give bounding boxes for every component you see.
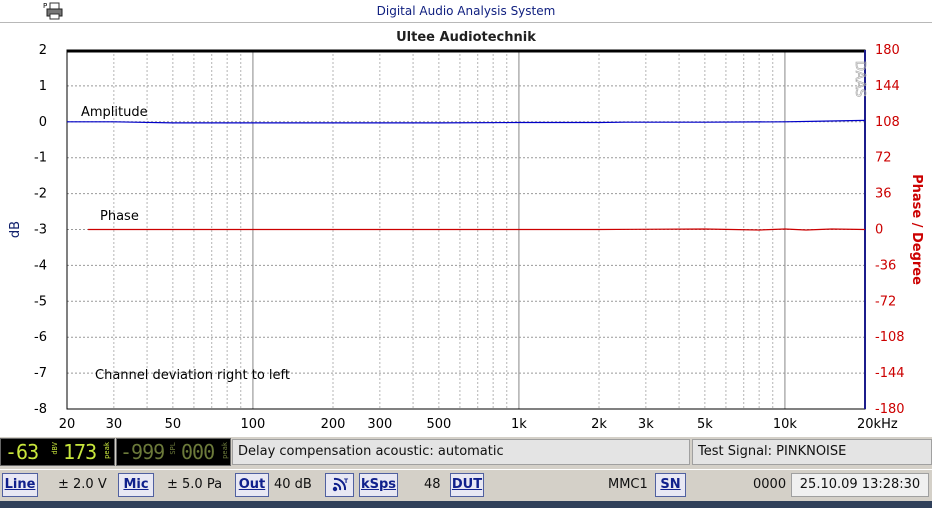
x-tick-label: 2k — [591, 417, 607, 432]
meter-peak-unit: peak — [221, 442, 229, 459]
title-bar: P Digital Audio Analysis System — [0, 0, 932, 23]
y-tick-label-right: 108 — [875, 115, 900, 130]
sample-rate-button[interactable]: kSps — [359, 473, 398, 497]
x-tick-label: 50 — [165, 417, 182, 432]
y-tick-label-left: -6 — [34, 330, 47, 345]
meter-value: -63 — [5, 440, 39, 464]
y-tick-label-left: 2 — [39, 43, 47, 58]
level-meter-input: -63 dBV 173 peak — [0, 438, 115, 466]
level-meter-spl: -999 SPL 000 peak — [116, 438, 231, 466]
meter-unit: dBV — [51, 442, 59, 455]
y-tick-label-left: -5 — [34, 294, 47, 309]
y-tick-label-right: -36 — [875, 258, 896, 273]
x-tick-label: 20kHz — [857, 417, 898, 432]
output-gain-value: 40 dB — [274, 477, 312, 492]
y-tick-label-left: -7 — [34, 366, 47, 381]
meter-value: -999 — [120, 440, 165, 464]
y-tick-label-right: 0 — [875, 223, 883, 238]
serial-number-button[interactable]: SN — [655, 473, 686, 497]
test-signal-status: Test Signal: PINKNOISE — [692, 439, 932, 465]
y-tick-label-left: -1 — [34, 151, 47, 166]
sample-rate-value: 48 — [424, 477, 441, 492]
x-tick-label: 3k — [638, 417, 654, 432]
signal-generator-button[interactable]: T — [325, 473, 354, 497]
x-tick-label: 5k — [697, 417, 713, 432]
annotation-phase: Phase — [100, 209, 139, 224]
y-tick-label-right: 180 — [875, 43, 900, 58]
y-tick-label-left: -2 — [34, 187, 47, 202]
y-tick-label-right: -144 — [875, 366, 905, 381]
annotation-amplitude: Amplitude — [81, 105, 148, 120]
x-tick-label: 30 — [106, 417, 123, 432]
datetime-display: 25.10.09 13:28:30 — [791, 473, 929, 497]
y-tick-label-right: 144 — [875, 79, 900, 94]
meter-peak-value: 173 — [63, 440, 97, 464]
svg-text:T: T — [344, 478, 349, 485]
counter-value: 0000 — [753, 477, 787, 492]
line-input-button[interactable]: Line — [2, 473, 38, 497]
mic-range-value: ± 5.0 Pa — [167, 477, 223, 492]
chart: 2 1 0 -1 -2 -3 -4 -5 -6 -7 -8 180 144 108 72 36 0 -36 -72 -… — [8, 43, 924, 432]
y-tick-label-left: -4 — [34, 258, 47, 273]
x-tick-label: 1k — [511, 417, 527, 432]
y-tick-label-left: -3 — [34, 223, 47, 238]
x-tick-label: 500 — [426, 417, 451, 432]
output-button[interactable]: Out — [235, 473, 269, 497]
y-tick-label-left: 1 — [39, 79, 47, 94]
window-title: Digital Audio Analysis System — [376, 4, 556, 18]
meter-unit: SPL — [169, 442, 177, 455]
signal-wave-icon: T — [332, 477, 349, 492]
control-bar: Line ± 2.0 V Mic ± 5.0 Pa Out 40 dB T kS… — [0, 469, 932, 502]
status-row: -63 dBV 173 peak -999 SPL 000 peak Delay… — [0, 437, 932, 468]
meter-peak-unit: peak — [103, 442, 111, 459]
meter-peak-value: 000 — [181, 440, 215, 464]
x-tick-label: 20 — [59, 417, 76, 432]
y-axis-label-right: Phase / Degree — [909, 174, 924, 285]
y-tick-label-right: 36 — [875, 187, 892, 202]
dut-button[interactable]: DUT — [450, 473, 484, 497]
delay-status: Delay compensation acoustic: automatic — [232, 439, 690, 465]
daas-watermark: DAAS — [852, 61, 867, 97]
mic-input-button[interactable]: Mic — [118, 473, 154, 497]
plot-area: 2 1 0 -1 -2 -3 -4 -5 -6 -7 -8 180 144 108 72 36 0 -36 -72 -… — [0, 23, 932, 437]
y-tick-label-right: 72 — [875, 151, 892, 166]
x-tick-label: 200 — [321, 417, 346, 432]
chart-title: Ultee Audiotechnik — [396, 30, 536, 45]
mmc-label: MMC1 — [608, 477, 648, 492]
x-tick-label: 10k — [773, 417, 798, 432]
x-tick-label: 300 — [367, 417, 392, 432]
y-tick-label-right: -108 — [875, 330, 905, 345]
taskbar-strip — [0, 501, 932, 508]
x-tick-label: 100 — [241, 417, 266, 432]
y-tick-label-right: -180 — [875, 402, 905, 417]
y-tick-label-left: -8 — [34, 402, 47, 417]
annotation-channel-deviation: Channel deviation right to left — [95, 368, 290, 383]
line-range-value: ± 2.0 V — [58, 477, 107, 492]
y-tick-label-right: -72 — [875, 294, 896, 309]
y-tick-label-left: 0 — [39, 115, 47, 130]
y-axis-label-left: dB — [8, 221, 23, 238]
